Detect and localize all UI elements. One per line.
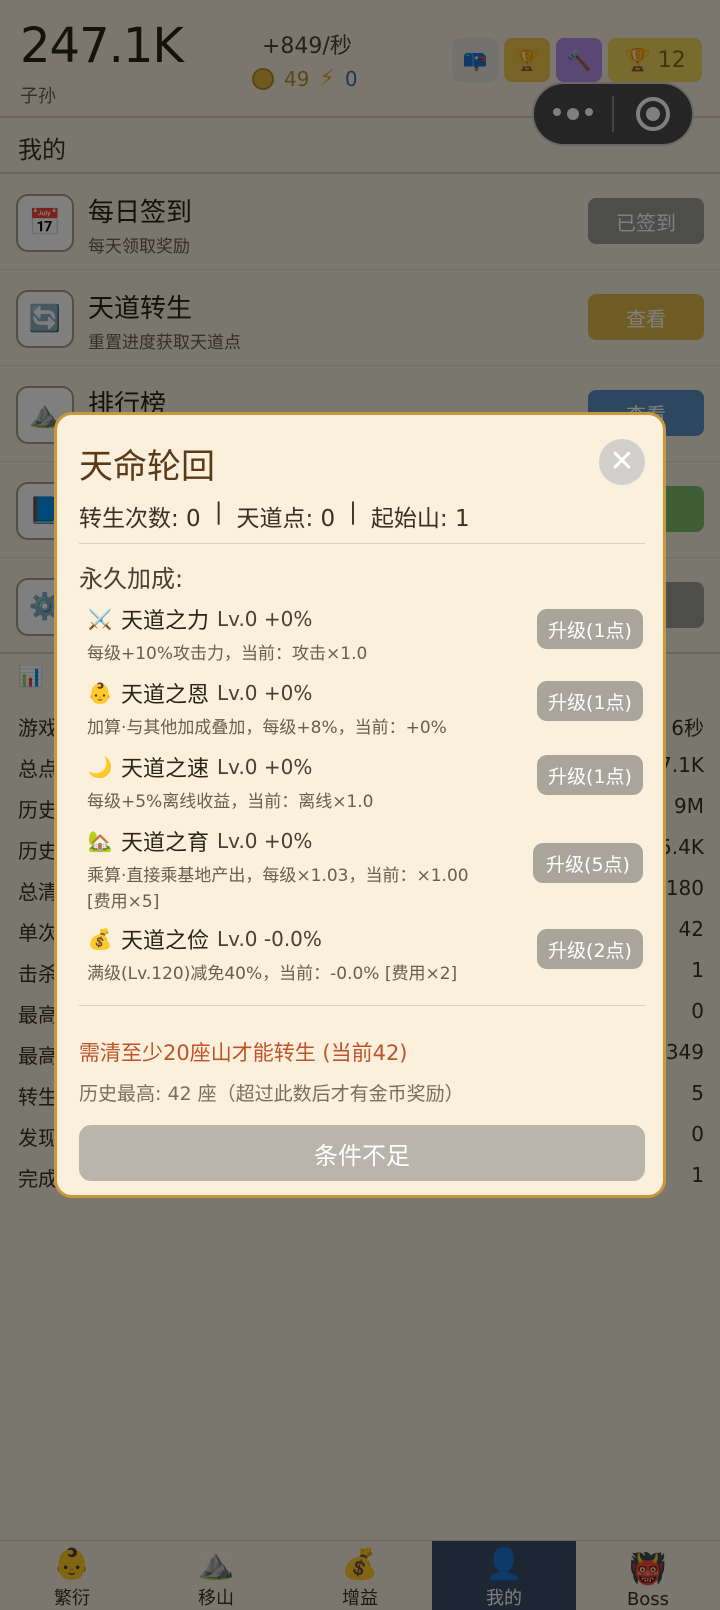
house-icon: 🏡 [87,829,113,853]
perk-name: 天道之力 [121,609,210,634]
requirement-warning: 需清至少20座山才能转生 (当前42) [79,1041,408,1065]
upgrade-button[interactable]: 升级(2点) [537,929,643,969]
dao-points: 天道点: 0 [236,506,336,532]
baby-icon: 👶 [87,681,113,705]
perk-name: 天道之育 [121,831,210,856]
perk-name: 天道之速 [121,757,210,782]
perk-description: 满级(Lv.120)减免40%，当前：-0.0% [费用×2] [87,964,458,984]
perk-name: 天道之恩 [121,683,210,708]
close-icon: ✕ [609,444,635,479]
perk-level: Lv.0 +0% [217,755,313,779]
upgrade-button[interactable]: 升级(1点) [537,609,643,649]
perk-description: 每级+5%离线收益，当前：离线×1.0 [87,792,374,812]
upgrade-button[interactable]: 升级(5点) [533,843,643,883]
perk-description: 乘算·直接乘基地产出，每级×1.03，当前：×1.00 [费用×5] [87,866,469,912]
swords-icon: ⚔️ [87,607,113,631]
permanent-bonus-title: 永久加成: [79,565,184,593]
perk-level: Lv.0 -0.0% [217,927,322,951]
perk-level: Lv.0 +0% [217,829,313,853]
perk-nurture: 🏡 天道之育 Lv.0 +0% 乘算·直接乘基地产出，每级×1.03，当前：×1… [87,825,643,915]
perk-power: ⚔️ 天道之力 Lv.0 +0% 每级+10%攻击力，当前：攻击×1.0 升级(… [87,603,643,667]
rebirth-submit-button[interactable]: 条件不足 [79,1125,645,1181]
perk-speed: 🌙 天道之速 Lv.0 +0% 每级+5%离线收益，当前：离线×1.0 升级(1… [87,751,643,815]
perk-name: 天道之俭 [121,929,210,954]
separator: | [349,499,357,525]
moon-icon: 🌙 [87,755,113,779]
perk-description: 每级+10%攻击力，当前：攻击×1.0 [87,644,368,664]
money-bag-icon: 💰 [87,927,113,951]
perk-grace: 👶 天道之恩 Lv.0 +0% 加算·与其他加成叠加，每级+8%，当前：+0% … [87,677,643,741]
divider [79,543,645,544]
upgrade-button[interactable]: 升级(1点) [537,755,643,795]
rebirth-count: 转生次数: 0 [79,506,201,532]
history-record: 历史最高: 42 座（超过此数后才有金币奖励） [79,1083,464,1105]
divider [79,1005,645,1006]
upgrade-button[interactable]: 升级(1点) [537,681,643,721]
modal-title: 天命轮回 [79,447,215,487]
close-button[interactable]: ✕ [599,439,645,485]
start-mountain: 起始山: 1 [370,506,470,532]
perk-description: 加算·与其他加成叠加，每级+8%，当前：+0% [87,718,447,738]
rebirth-summary: 转生次数: 0 | 天道点: 0 | 起始山: 1 [79,499,470,533]
perk-level: Lv.0 +0% [217,681,313,705]
perk-level: Lv.0 +0% [217,607,313,631]
rebirth-modal: 天命轮回 ✕ 转生次数: 0 | 天道点: 0 | 起始山: 1 永久加成: ⚔… [54,412,666,1198]
perk-thrift: 💰 天道之俭 Lv.0 -0.0% 满级(Lv.120)减免40%，当前：-0.… [87,923,643,987]
separator: | [214,499,223,525]
